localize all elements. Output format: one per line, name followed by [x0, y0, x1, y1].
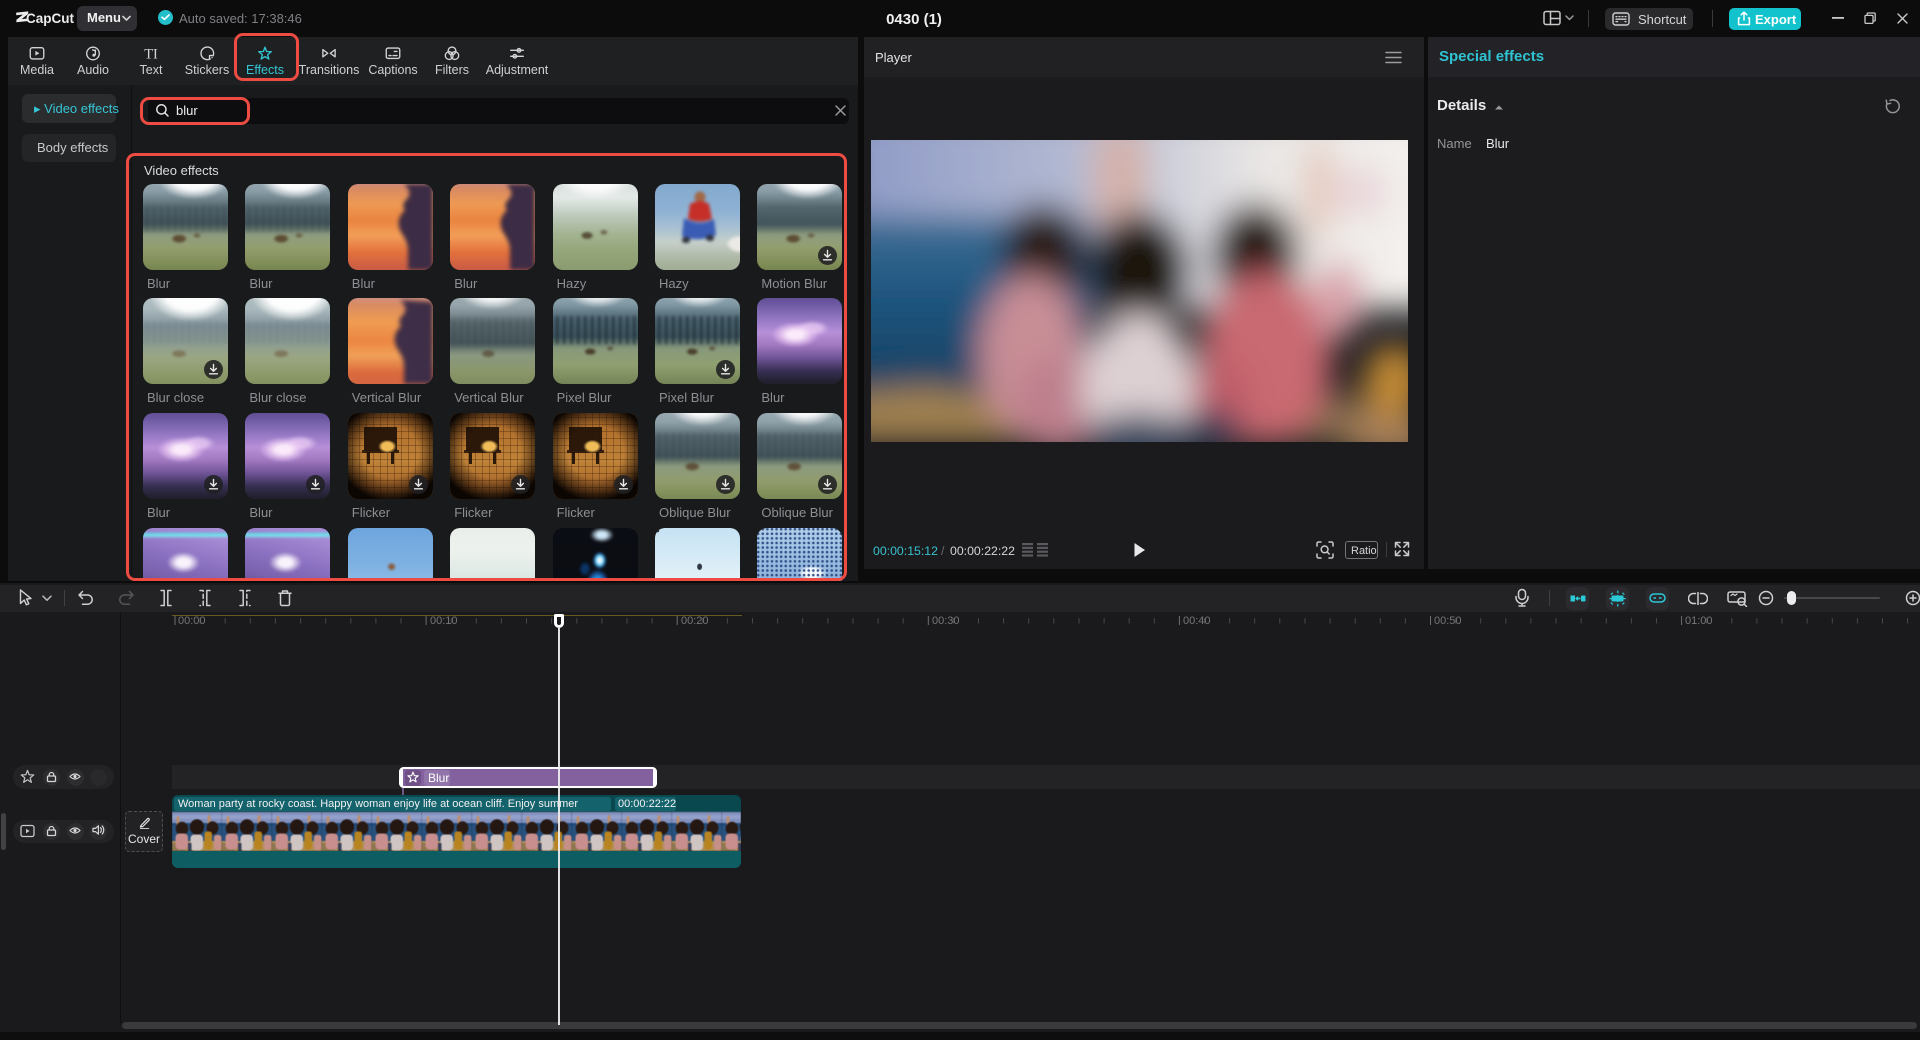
svg-text:TI: TI [144, 46, 158, 62]
